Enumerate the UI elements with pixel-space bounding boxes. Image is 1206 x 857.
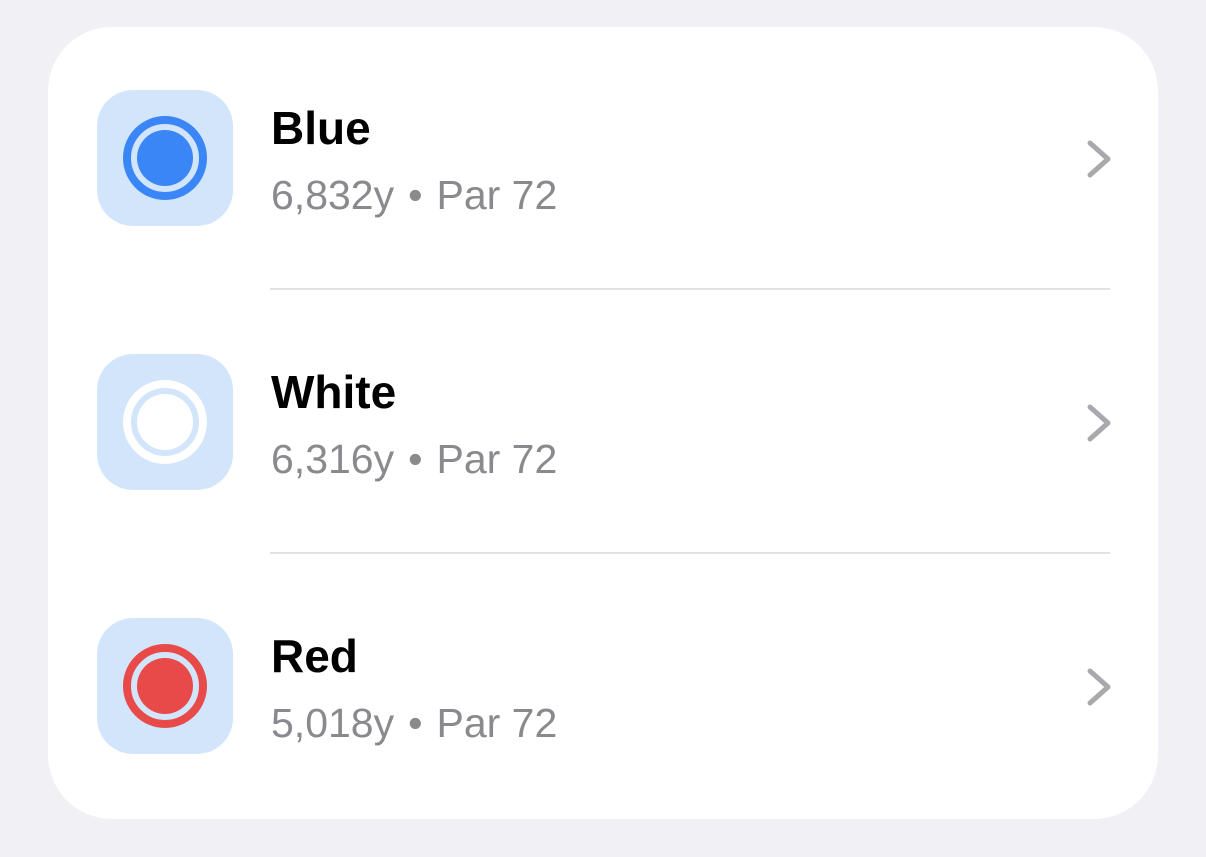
tee-icon-tile <box>97 618 233 754</box>
tee-row-blue[interactable]: Blue 6,832y • Par 72 <box>48 27 1158 291</box>
tee-details: 5,018y • Par 72 <box>271 697 557 749</box>
detail-separator: • <box>408 436 423 482</box>
tee-par: Par 72 <box>436 700 558 746</box>
tee-row-red[interactable]: Red 5,018y • Par 72 <box>48 555 1158 819</box>
detail-separator: • <box>408 172 423 218</box>
tee-marker-dot <box>137 130 193 186</box>
tee-name: Red <box>271 630 358 682</box>
tee-par: Par 72 <box>436 436 558 482</box>
tee-name: White <box>271 366 397 418</box>
tee-list-card: Blue 6,832y • Par 72 White 6,316y • Par 72 R… <box>48 27 1158 819</box>
red-tee-marker-icon <box>123 644 207 728</box>
chevron-right-icon <box>1087 140 1111 178</box>
tee-name: Blue <box>271 102 371 154</box>
tee-yardage: 5,018y <box>271 700 395 746</box>
chevron-right-icon <box>1087 668 1111 706</box>
tee-details: 6,316y • Par 72 <box>271 433 557 485</box>
tee-details: 6,832y • Par 72 <box>271 169 557 221</box>
white-tee-marker-icon <box>123 380 207 464</box>
blue-tee-marker-icon <box>123 116 207 200</box>
tee-marker-dot <box>137 394 193 450</box>
tee-par: Par 72 <box>436 172 558 218</box>
detail-separator: • <box>408 700 423 746</box>
row-divider <box>270 288 1110 290</box>
row-divider <box>270 552 1110 554</box>
chevron-right-icon <box>1087 404 1111 442</box>
tee-row-white[interactable]: White 6,316y • Par 72 <box>48 291 1158 555</box>
tee-yardage: 6,832y <box>271 172 395 218</box>
tee-yardage: 6,316y <box>271 436 395 482</box>
tee-icon-tile <box>97 90 233 226</box>
tee-icon-tile <box>97 354 233 490</box>
tee-marker-dot <box>137 658 193 714</box>
